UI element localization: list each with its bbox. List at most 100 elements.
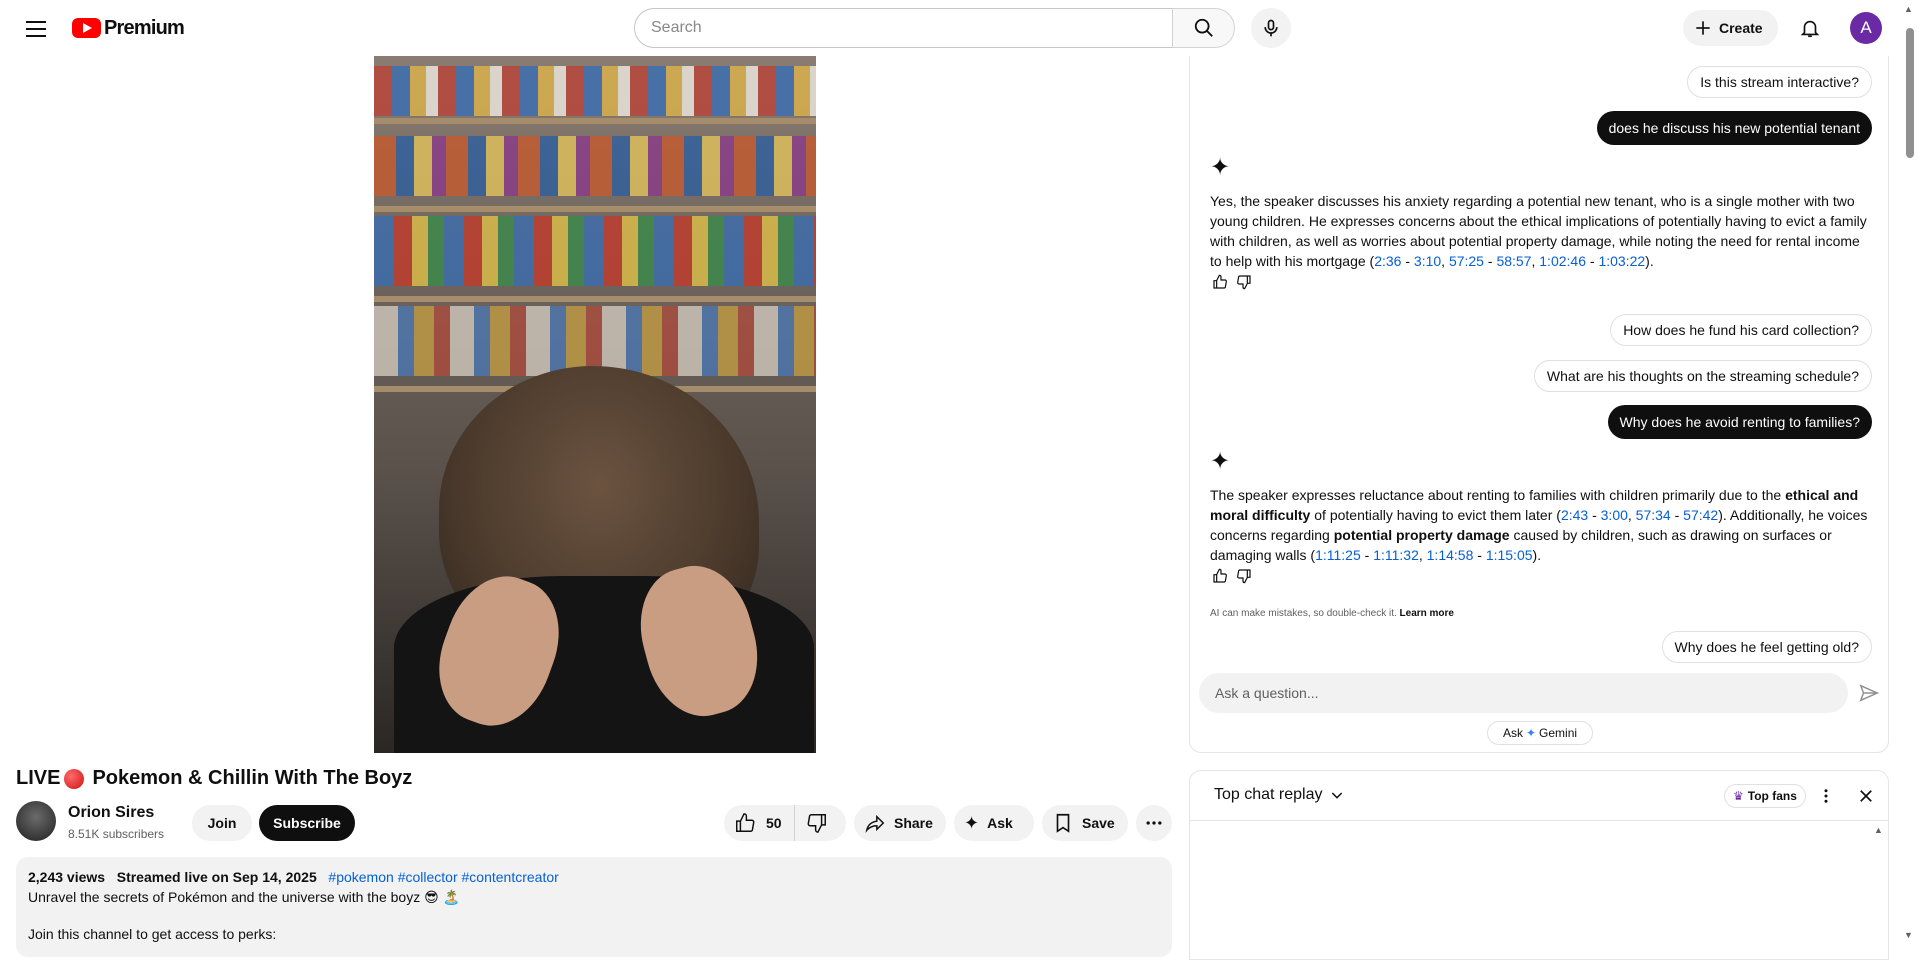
scroll-down-arrow-icon[interactable]: ▼	[1904, 930, 1913, 940]
channel-name[interactable]: Orion Sires	[68, 804, 154, 822]
timestamp-link[interactable]: 1:14:58	[1427, 547, 1474, 563]
thumbs-down-icon[interactable]	[1236, 568, 1252, 584]
youtube-logo-icon	[72, 18, 101, 38]
ask-question-placeholder: Ask a question...	[1215, 685, 1319, 701]
thumbs-down-icon[interactable]	[1236, 274, 1252, 290]
ai-answer: The speaker expresses reluctance about r…	[1210, 487, 1868, 563]
more-actions-button[interactable]	[1136, 805, 1172, 841]
voice-search-button[interactable]	[1251, 8, 1291, 48]
timestamp-link[interactable]: 3:00	[1601, 507, 1628, 523]
description-line: Unravel the secrets of Pokémon and the u…	[28, 889, 461, 905]
ask-gemini-prefix: Ask	[1502, 726, 1523, 740]
timestamp-link[interactable]: 1:03:22	[1598, 253, 1645, 269]
send-icon	[1859, 684, 1880, 702]
create-label: Create	[1719, 20, 1763, 36]
like-button[interactable]: 50	[724, 805, 795, 841]
live-label: LIVE	[16, 767, 61, 789]
top-fans-button[interactable]: ♛ Top fans	[1724, 784, 1806, 808]
timestamp-link[interactable]: 1:11:32	[1373, 547, 1419, 563]
shelf-boxes	[374, 136, 816, 196]
create-button[interactable]: Create	[1683, 10, 1778, 46]
ai-answer: Yes, the speaker discusses his anxiety r…	[1210, 193, 1867, 269]
video-player[interactable]	[374, 56, 816, 753]
gemini-sparkle-icon: ✦	[1210, 154, 1231, 181]
chat-close-button[interactable]	[1854, 784, 1878, 808]
microphone-icon	[1264, 19, 1278, 37]
search-icon	[1194, 18, 1213, 37]
learn-more-link[interactable]: Learn more	[1400, 608, 1454, 619]
answer-feedback	[1212, 274, 1252, 290]
save-label: Save	[1082, 815, 1115, 831]
share-button[interactable]: Share	[854, 805, 946, 841]
timestamp-link[interactable]: 57:42	[1683, 507, 1718, 523]
share-label: Share	[894, 815, 933, 831]
chat-menu-button[interactable]	[1814, 784, 1838, 808]
suggested-question-chip[interactable]: Why does he feel getting old?	[1661, 631, 1872, 663]
plus-icon	[1696, 21, 1710, 35]
bell-icon	[1800, 20, 1820, 38]
scroll-up-arrow-icon[interactable]: ▲	[1904, 4, 1913, 14]
shelf	[374, 118, 816, 124]
ask-button[interactable]: ✦ Ask	[954, 805, 1034, 841]
gemini-icon: ✦	[1525, 726, 1537, 740]
ask-gemini-badge: Ask ✦ Gemini	[1487, 721, 1593, 745]
join-button[interactable]: Join	[192, 805, 252, 841]
thumbs-up-icon[interactable]	[1212, 274, 1228, 290]
disclaimer-text: AI can make mistakes, so double-check it…	[1210, 608, 1397, 619]
logo-text: Premium	[104, 16, 185, 39]
sparkle-icon: ✦	[964, 812, 980, 833]
timestamp-link[interactable]: 3:10	[1414, 253, 1441, 269]
save-button[interactable]: Save	[1042, 805, 1128, 841]
video-title: LIVE Pokemon & Chillin With The Boyz	[16, 767, 412, 790]
chat-title-text: Top chat replay	[1214, 786, 1323, 803]
send-button[interactable]	[1854, 678, 1884, 708]
account-avatar[interactable]: A	[1850, 12, 1882, 44]
timestamp-link[interactable]: 58:57	[1496, 253, 1531, 269]
answer-text: of potentially having to evict them late…	[1310, 507, 1561, 523]
ask-ai-panel: Is this stream interactive? does he disc…	[1189, 56, 1889, 753]
chat-mode-dropdown[interactable]: Top chat replay	[1214, 786, 1345, 804]
hashtag-link[interactable]: #collector	[398, 869, 458, 885]
channel-avatar[interactable]	[16, 801, 56, 841]
chevron-down-icon	[1331, 792, 1342, 799]
ai-disclaimer: AI can make mistakes, so double-check it…	[1210, 608, 1454, 619]
description-box[interactable]: 2,243 views Streamed live on Sep 14, 202…	[16, 857, 1172, 957]
shelf	[374, 296, 816, 302]
timestamp-link[interactable]: 1:02:46	[1539, 253, 1586, 269]
live-dot-icon	[64, 768, 85, 789]
timestamp-link[interactable]: 1:11:25	[1315, 547, 1361, 563]
top-fans-label: Top fans	[1747, 789, 1797, 803]
menu-icon[interactable]	[20, 16, 52, 40]
suggested-question-chip[interactable]: How does he fund his card collection?	[1610, 314, 1872, 346]
timestamp-link[interactable]: 2:36	[1374, 253, 1401, 269]
notifications-button[interactable]	[1790, 8, 1830, 48]
suggested-question-chip[interactable]: Is this stream interactive?	[1687, 66, 1872, 98]
timestamp-link[interactable]: 57:34	[1636, 507, 1671, 523]
share-icon	[865, 814, 885, 833]
dislike-button[interactable]	[795, 805, 839, 841]
hashtag-link[interactable]: #pokemon	[328, 869, 393, 885]
search-input[interactable]: Search	[634, 8, 1173, 48]
live-chat-panel: Top chat replay ♛ Top fans ▲	[1189, 770, 1889, 960]
close-icon	[1860, 790, 1872, 802]
chat-scroll-up-icon[interactable]: ▲	[1874, 825, 1883, 835]
subscribe-button[interactable]: Subscribe	[259, 805, 355, 841]
answer-text: ).	[1645, 253, 1654, 269]
search-button[interactable]	[1172, 8, 1235, 48]
page-scrollbar-thumb[interactable]	[1906, 28, 1914, 158]
youtube-premium-logo[interactable]: Premium	[72, 16, 185, 40]
timestamp-link[interactable]: 1:15:05	[1486, 547, 1533, 563]
suggested-question-chip[interactable]: What are his thoughts on the streaming s…	[1533, 360, 1872, 392]
hashtag-link[interactable]: #contentcreator	[462, 869, 559, 885]
video-title-text: Pokemon & Chillin With The Boyz	[92, 767, 413, 789]
shelf	[374, 206, 816, 212]
user-question: does he discuss his new potential tenant	[1596, 111, 1872, 145]
thumbs-up-icon[interactable]	[1212, 568, 1228, 584]
subscriber-count: 8.51K subscribers	[68, 827, 165, 841]
timestamp-link[interactable]: 2:43	[1561, 507, 1588, 523]
timestamp-link[interactable]: 57:25	[1449, 253, 1484, 269]
ask-question-input[interactable]: Ask a question...	[1199, 673, 1848, 713]
ask-label: Ask	[987, 815, 1013, 831]
crown-icon: ♛	[1733, 789, 1744, 803]
user-question: Why does he avoid renting to families?	[1607, 405, 1872, 439]
